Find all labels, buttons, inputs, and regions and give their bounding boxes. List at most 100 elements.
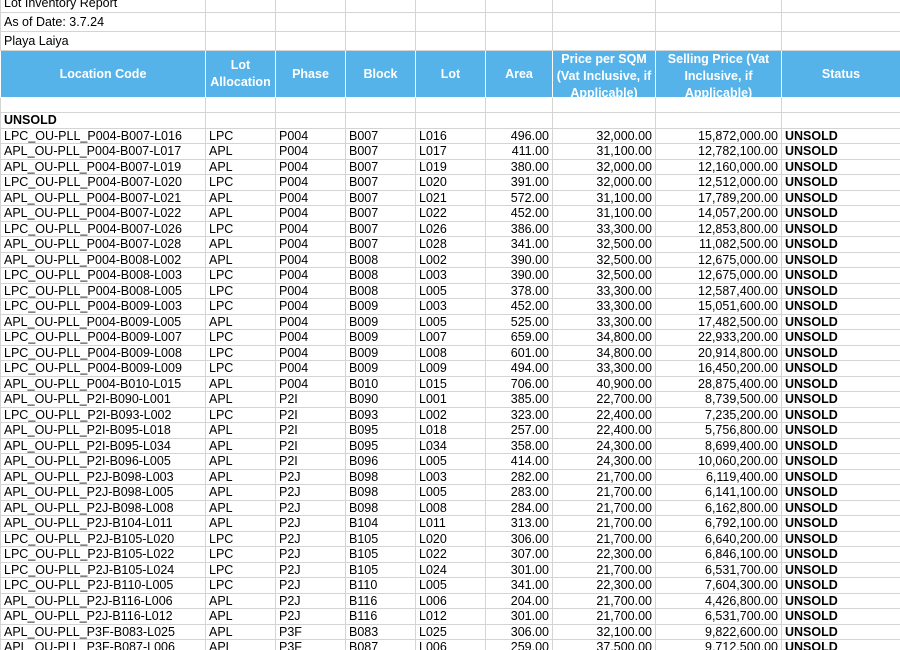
lot-allocation-cell[interactable]: APL — [205, 608, 276, 625]
location-code-cell[interactable]: LPC_OU-PLL_P004-B008-L005 — [0, 282, 206, 299]
status-cell[interactable]: UNSOLD — [781, 592, 900, 609]
price-per-sqm-cell[interactable]: 22,400.00 — [552, 422, 656, 439]
phase-cell[interactable]: P2I — [275, 406, 346, 423]
status-cell[interactable]: UNSOLD — [781, 515, 900, 532]
phase-cell[interactable]: P2J — [275, 608, 346, 625]
phase-cell[interactable]: P004 — [275, 143, 346, 160]
area-cell[interactable]: 341.00 — [485, 577, 553, 594]
lot-cell[interactable]: L017 — [415, 143, 486, 160]
location-code-cell[interactable]: APL_OU-PLL_P2I-B095-L034 — [0, 437, 206, 454]
col-header-lot[interactable]: Lot — [415, 50, 486, 98]
location-code-cell[interactable]: LPC_OU-PLL_P004-B009-L008 — [0, 344, 206, 361]
lot-allocation-cell[interactable]: APL — [205, 422, 276, 439]
area-cell[interactable]: 452.00 — [485, 298, 553, 315]
selling-price-cell[interactable]: 6,792,100.00 — [655, 515, 782, 532]
phase-cell[interactable]: P2J — [275, 499, 346, 516]
area-cell[interactable]: 601.00 — [485, 344, 553, 361]
lot-cell[interactable]: L006 — [415, 639, 486, 650]
status-cell[interactable]: UNSOLD — [781, 375, 900, 392]
block-cell[interactable]: B098 — [345, 468, 416, 485]
report-title[interactable]: Lot Inventory Report — [0, 0, 206, 13]
location-code-cell[interactable]: APL_OU-PLL_P2J-B116-L012 — [0, 608, 206, 625]
price-per-sqm-cell[interactable]: 34,800.00 — [552, 344, 656, 361]
lot-cell[interactable]: L005 — [415, 484, 486, 501]
lot-cell[interactable]: L028 — [415, 236, 486, 253]
price-per-sqm-cell[interactable]: 32,500.00 — [552, 267, 656, 284]
price-per-sqm-cell[interactable]: 22,700.00 — [552, 391, 656, 408]
location-code-cell[interactable]: APL_OU-PLL_P3F-B083-L025 — [0, 623, 206, 640]
price-per-sqm-cell[interactable]: 32,000.00 — [552, 127, 656, 144]
area-cell[interactable]: 301.00 — [485, 608, 553, 625]
col-header-lot-allocation[interactable]: Lot Allocation — [205, 50, 276, 98]
status-cell[interactable]: UNSOLD — [781, 127, 900, 144]
block-cell[interactable]: B105 — [345, 561, 416, 578]
status-cell[interactable]: UNSOLD — [781, 484, 900, 501]
block-cell[interactable]: B095 — [345, 437, 416, 454]
col-header-area[interactable]: Area — [485, 50, 553, 98]
phase-cell[interactable]: P2J — [275, 546, 346, 563]
block-cell[interactable]: B105 — [345, 530, 416, 547]
selling-price-cell[interactable]: 6,640,200.00 — [655, 530, 782, 547]
location-code-cell[interactable]: APL_OU-PLL_P2J-B116-L006 — [0, 592, 206, 609]
selling-price-cell[interactable]: 17,482,500.00 — [655, 313, 782, 330]
status-cell[interactable]: UNSOLD — [781, 236, 900, 253]
phase-cell[interactable]: P004 — [275, 220, 346, 237]
block-cell[interactable]: B007 — [345, 127, 416, 144]
selling-price-cell[interactable]: 11,082,500.00 — [655, 236, 782, 253]
block-cell[interactable]: B096 — [345, 453, 416, 470]
location-code-cell[interactable]: LPC_OU-PLL_P004-B007-L016 — [0, 127, 206, 144]
status-cell[interactable]: UNSOLD — [781, 608, 900, 625]
status-cell[interactable]: UNSOLD — [781, 623, 900, 640]
selling-price-cell[interactable]: 22,933,200.00 — [655, 329, 782, 346]
as-of-date[interactable]: As of Date: 3.7.24 — [0, 12, 206, 32]
selling-price-cell[interactable]: 6,846,100.00 — [655, 546, 782, 563]
area-cell[interactable]: 496.00 — [485, 127, 553, 144]
area-cell[interactable]: 307.00 — [485, 546, 553, 563]
selling-price-cell[interactable]: 12,675,000.00 — [655, 267, 782, 284]
lot-allocation-cell[interactable]: APL — [205, 468, 276, 485]
lot-allocation-cell[interactable]: LPC — [205, 360, 276, 377]
location-code-cell[interactable]: APL_OU-PLL_P2I-B096-L005 — [0, 453, 206, 470]
lot-cell[interactable]: L034 — [415, 437, 486, 454]
status-cell[interactable]: UNSOLD — [781, 437, 900, 454]
phase-cell[interactable]: P2I — [275, 422, 346, 439]
location-code-cell[interactable]: LPC_OU-PLL_P004-B009-L003 — [0, 298, 206, 315]
location-code-cell[interactable]: APL_OU-PLL_P004-B008-L002 — [0, 251, 206, 268]
lot-allocation-cell[interactable]: LPC — [205, 267, 276, 284]
selling-price-cell[interactable]: 8,739,500.00 — [655, 391, 782, 408]
price-per-sqm-cell[interactable]: 24,300.00 — [552, 453, 656, 470]
price-per-sqm-cell[interactable]: 22,400.00 — [552, 406, 656, 423]
lot-cell[interactable]: L002 — [415, 406, 486, 423]
price-per-sqm-cell[interactable]: 33,300.00 — [552, 298, 656, 315]
selling-price-cell[interactable]: 16,450,200.00 — [655, 360, 782, 377]
block-cell[interactable]: B083 — [345, 623, 416, 640]
area-cell[interactable]: 282.00 — [485, 468, 553, 485]
area-cell[interactable]: 385.00 — [485, 391, 553, 408]
lot-cell[interactable]: L022 — [415, 205, 486, 222]
phase-cell[interactable]: P2I — [275, 437, 346, 454]
area-cell[interactable]: 284.00 — [485, 499, 553, 516]
price-per-sqm-cell[interactable]: 21,700.00 — [552, 561, 656, 578]
location-code-cell[interactable]: APL_OU-PLL_P2J-B098-L008 — [0, 499, 206, 516]
phase-cell[interactable]: P004 — [275, 174, 346, 191]
block-cell[interactable]: B093 — [345, 406, 416, 423]
lot-allocation-cell[interactable]: APL — [205, 484, 276, 501]
lot-allocation-cell[interactable]: APL — [205, 189, 276, 206]
status-cell[interactable]: UNSOLD — [781, 282, 900, 299]
area-cell[interactable]: 391.00 — [485, 174, 553, 191]
location-code-cell[interactable]: APL_OU-PLL_P004-B007-L022 — [0, 205, 206, 222]
area-cell[interactable]: 283.00 — [485, 484, 553, 501]
area-cell[interactable]: 706.00 — [485, 375, 553, 392]
block-cell[interactable]: B105 — [345, 546, 416, 563]
location-code-cell[interactable]: APL_OU-PLL_P004-B007-L017 — [0, 143, 206, 160]
block-cell[interactable]: B007 — [345, 220, 416, 237]
location-code-cell[interactable]: LPC_OU-PLL_P2I-B093-L002 — [0, 406, 206, 423]
block-cell[interactable]: B098 — [345, 499, 416, 516]
lot-cell[interactable]: L008 — [415, 344, 486, 361]
lot-allocation-cell[interactable]: APL — [205, 592, 276, 609]
area-cell[interactable]: 306.00 — [485, 530, 553, 547]
lot-allocation-cell[interactable]: APL — [205, 236, 276, 253]
price-per-sqm-cell[interactable]: 21,700.00 — [552, 608, 656, 625]
price-per-sqm-cell[interactable]: 33,300.00 — [552, 360, 656, 377]
phase-cell[interactable]: P004 — [275, 282, 346, 299]
